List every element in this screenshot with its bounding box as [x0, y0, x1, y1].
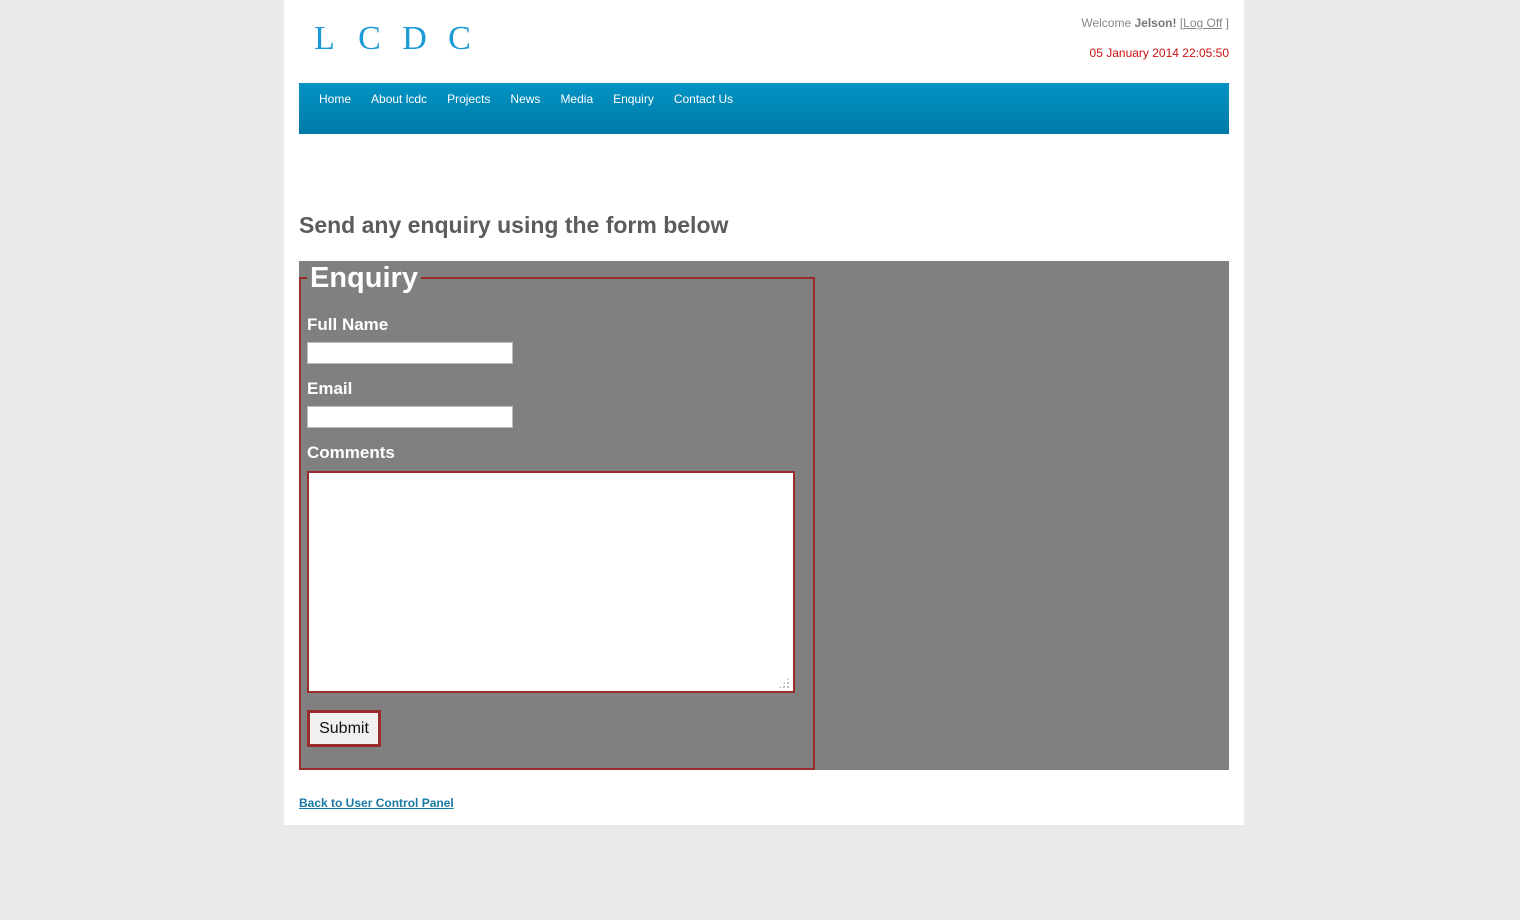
nav-item-enquiry[interactable]: Enquiry [603, 83, 664, 112]
nav-item-about[interactable]: About lcdc [361, 83, 437, 112]
logo-letter: L [314, 20, 335, 57]
back-to-control-panel-link[interactable]: Back to User Control Panel [299, 796, 454, 810]
comments-textarea[interactable] [307, 471, 795, 693]
fieldset-legend: Enquiry [307, 262, 421, 295]
logoff-link[interactable]: Log Off [1183, 16, 1222, 30]
email-label: Email [307, 379, 353, 398]
comments-label: Comments [307, 443, 395, 462]
nav-item-home[interactable]: Home [309, 83, 361, 112]
logo-letter: C [448, 20, 471, 57]
welcome-message: Welcome Jelson! [Log Off ] [1081, 16, 1229, 30]
logo-letter: C [358, 20, 381, 57]
nav-item-projects[interactable]: Projects [437, 83, 500, 112]
full-name-input[interactable] [307, 342, 513, 364]
bracket-close: ] [1225, 16, 1229, 30]
email-input[interactable] [307, 406, 513, 428]
main-nav: Home About lcdc Projects News Media Enqu… [299, 83, 1229, 134]
submit-button[interactable]: Submit [307, 710, 381, 747]
nav-item-media[interactable]: Media [550, 83, 603, 112]
nav-item-contact[interactable]: Contact Us [664, 83, 743, 112]
logo-letter: D [402, 20, 427, 57]
current-datetime: 05 January 2014 22:05:50 [1089, 46, 1229, 60]
nav-item-news[interactable]: News [500, 83, 550, 112]
full-name-label: Full Name [307, 315, 389, 334]
site-logo[interactable]: L C D C [302, 20, 482, 58]
welcome-prefix: Welcome [1081, 16, 1132, 30]
page-heading: Send any enquiry using the form below [299, 212, 729, 238]
username: Jelson! [1134, 16, 1177, 30]
